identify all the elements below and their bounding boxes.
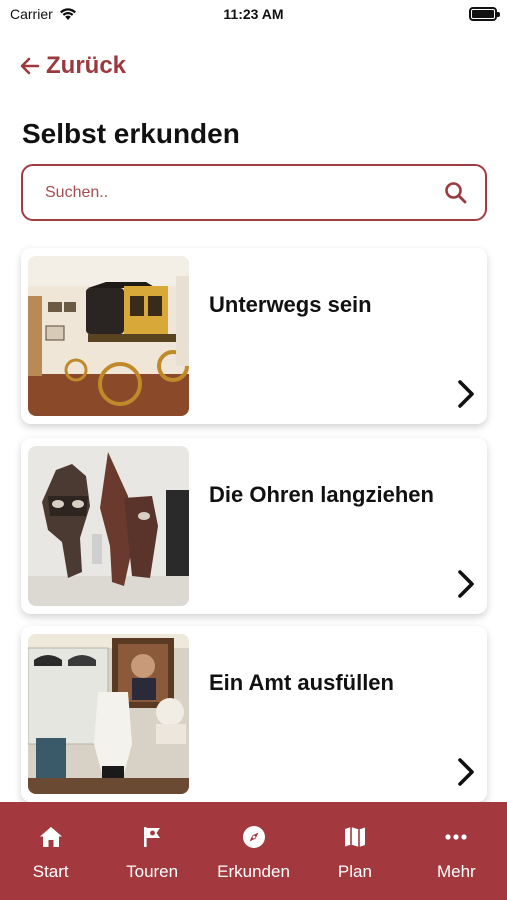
tab-start[interactable]: Start <box>0 802 101 900</box>
card-title: Ein Amt ausfüllen <box>209 670 394 695</box>
search-icon[interactable] <box>443 180 469 206</box>
tab-label: Erkunden <box>217 862 290 881</box>
more-icon <box>445 834 467 840</box>
map-icon <box>344 827 365 847</box>
home-icon <box>39 827 62 847</box>
bottom-tab-bar: Start Touren Erkunden Plan Mehr <box>0 802 507 900</box>
list-item[interactable]: Die Ohren langziehen <box>21 438 487 614</box>
arrow-left-icon <box>20 57 40 75</box>
status-time: 11:23 AM <box>223 6 284 22</box>
masks-photo <box>28 446 189 606</box>
page-title: Selbst erkunden <box>22 118 240 149</box>
tab-mehr[interactable]: Mehr <box>406 802 507 900</box>
card-title: Die Ohren langziehen <box>209 482 434 507</box>
chevron-right-icon[interactable] <box>455 568 477 600</box>
chevron-right-icon[interactable] <box>455 756 477 788</box>
battery-icon <box>469 7 500 21</box>
card-title: Unterwegs sein <box>209 292 372 317</box>
back-label: Zurück <box>46 52 127 79</box>
tab-label: Touren <box>126 862 179 881</box>
tab-erkunden[interactable]: Erkunden <box>203 802 304 900</box>
compass-icon <box>242 826 265 848</box>
tab-label: Mehr <box>436 862 476 881</box>
list-item[interactable]: Ein Amt ausfüllen <box>21 626 487 802</box>
flag-icon <box>144 827 161 847</box>
list-item[interactable]: Unterwegs sein <box>21 248 487 424</box>
tab-plan[interactable]: Plan <box>304 802 405 900</box>
back-button[interactable]: Zurück <box>18 52 126 80</box>
tab-touren[interactable]: Touren <box>101 802 202 900</box>
status-bar: Carrier 11:23 AM <box>0 0 507 30</box>
search-box <box>21 164 487 221</box>
chevron-right-icon[interactable] <box>455 378 477 410</box>
tab-label: Plan <box>337 862 372 881</box>
search-input[interactable] <box>23 166 443 219</box>
stagecoach-photo <box>28 256 189 416</box>
tab-label: Start <box>32 862 69 881</box>
uniform-exhibit-photo <box>28 634 189 794</box>
